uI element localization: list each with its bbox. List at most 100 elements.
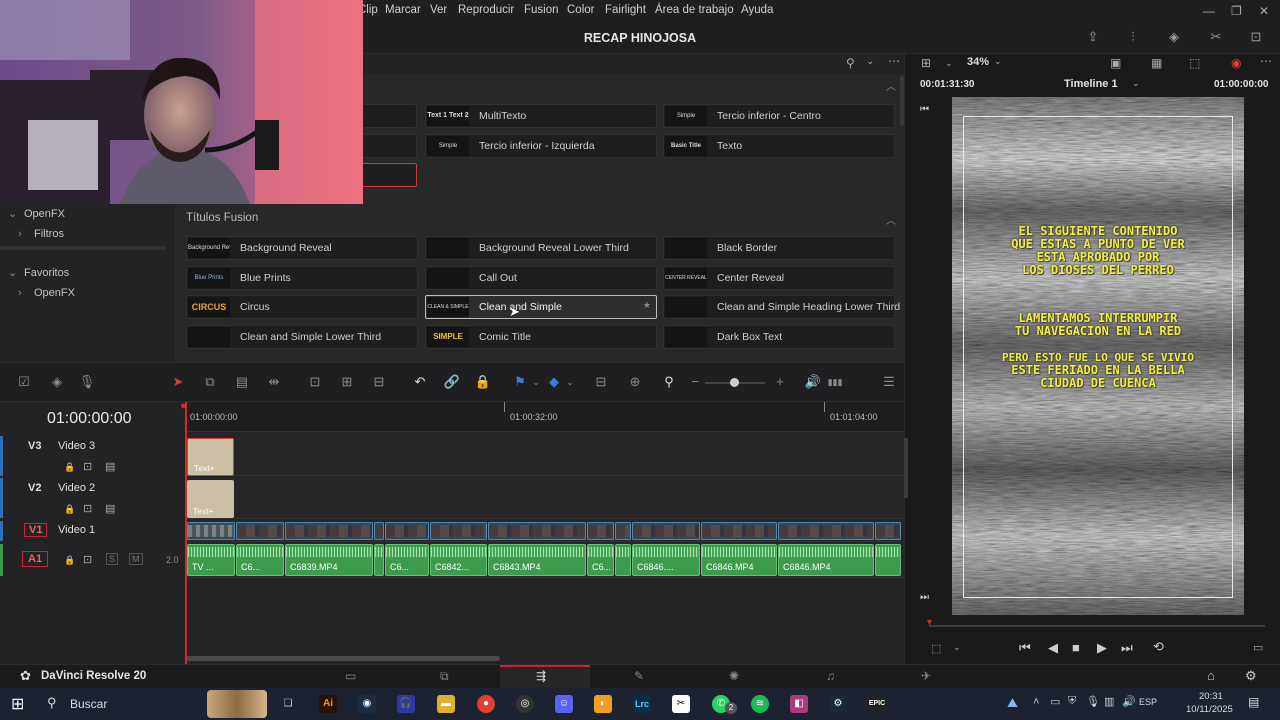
zoom-in-icon[interactable]: + [771,374,789,390]
home-icon[interactable]: ⌂ [1207,668,1215,683]
video-clip[interactable] [374,522,384,540]
volume-icon[interactable]: 🔊 [804,374,822,390]
video-clip[interactable] [632,522,700,540]
search-icon[interactable]: ⚲ [47,695,57,711]
audio-clip[interactable]: C6846.MP4 [778,544,874,576]
steam-icon[interactable]: ⚙ [829,695,847,713]
minimize-icon[interactable]: — [1203,4,1215,18]
transform-icon[interactable]: ⬚ [1189,56,1200,70]
fusion-tile[interactable]: Clean and Simple Lower Third [186,325,418,349]
resolve-taskbar-icon[interactable]: ◉ [358,695,376,713]
favorite-star-icon[interactable]: ★ [643,300,651,311]
title-tile-partial[interactable] [362,134,417,158]
app-icon[interactable]: ◐ [594,695,612,713]
solo-button[interactable]: S [106,553,119,565]
tray-app-icon[interactable]: ⛰ [1007,695,1018,711]
cut-page-icon[interactable]: ⧉ [440,669,449,684]
sidebar-item-openfx[interactable]: ⌄ OpenFX [8,207,65,220]
deliver-page-icon[interactable]: ✈ [921,669,931,683]
dynamic-trim-icon[interactable]: ▤ [233,374,251,390]
video-clip[interactable] [701,522,777,540]
collapse-section-icon[interactable]: ︿ [886,212,896,227]
track-id-v2[interactable]: V2 [28,482,41,494]
timeline-vertical-scroll[interactable] [904,438,908,498]
zoom-slider-handle[interactable] [730,378,739,387]
media-page-icon[interactable]: ▭ [345,669,356,683]
lock-icon[interactable]: 🔒 [64,504,75,515]
lightroom-icon[interactable]: Lrc [633,695,651,713]
menu-ver[interactable]: Ver [430,4,447,16]
lock-icon[interactable]: 🔒 [64,462,75,473]
video-clip[interactable] [430,522,487,540]
more-options-icon[interactable]: ⋯ [888,54,900,68]
video-clip[interactable] [587,522,614,540]
audio-clip[interactable]: C6843.MP4 [488,544,586,576]
video-clip[interactable] [236,522,284,540]
taskbar-search[interactable]: Buscar [70,697,107,711]
title-tile-partial[interactable] [362,104,417,128]
scrubber-playhead-icon[interactable]: ▼ [925,617,934,627]
timeline-scrollbar[interactable] [186,656,500,661]
collapse-section-icon[interactable]: ︿ [886,78,896,93]
text-plus-clip-v2[interactable]: Text+ [187,480,234,518]
scrubber-bar[interactable] [929,625,1265,627]
chevron-up-icon[interactable]: ˄ [1033,696,1039,708]
clock-time[interactable]: 20:31 [1199,691,1223,702]
volume-icon[interactable]: 🔊 [1122,695,1136,708]
title-tile-texto[interactable]: Basic Title Texto [663,134,895,158]
timeline-ruler[interactable]: 01:00:00:00 01:00:32:00 01:01:04:00 [186,402,904,432]
snapping-icon[interactable]: ↶ [411,374,429,390]
playhead-handle-icon[interactable]: ● [180,400,187,412]
chrome-icon[interactable]: ● [477,695,495,713]
illustrator-icon[interactable]: Ai [319,695,337,713]
title-tile-partial-selected[interactable] [362,163,417,187]
fusion-tile[interactable]: Call Out [425,266,657,290]
video-clip[interactable] [187,522,235,540]
fusion-tile[interactable]: SIMPLE Comic Title [425,325,657,349]
timeline-options-icon[interactable]: ☰ [880,374,898,390]
upload-icon[interactable]: ⇪ [1085,30,1101,44]
diamond-icon[interactable]: ◈ [48,374,66,390]
video-clip[interactable] [615,522,631,540]
chevron-down-icon[interactable]: ⌄ [953,642,961,653]
film-icon[interactable]: ▤ [105,460,115,473]
inspector-icon[interactable]: ✂ [1208,30,1224,44]
color-page-icon[interactable]: ✺ [729,669,739,683]
film-icon[interactable]: ▤ [105,502,115,515]
fusion-tile[interactable]: Background Reveal Lower Third [425,236,657,260]
selection-tool-icon[interactable]: ➤ [169,374,187,390]
headphones-app-icon[interactable]: 🎧 [397,695,415,713]
layout-icon[interactable]: ☑ [15,374,33,390]
play-reverse-icon[interactable]: ◀ [1048,640,1058,656]
auto-select-icon[interactable]: ⊡ [83,460,92,473]
fullscreen-icon[interactable]: ▭ [1253,641,1263,654]
epic-games-icon[interactable]: EPIC [868,695,886,713]
sidebar-item-fav-openfx[interactable]: › OpenFX [18,287,75,299]
video-clip[interactable] [385,522,429,540]
track-id-v3[interactable]: V3 [28,440,41,452]
settings-gear-icon[interactable]: ⚙ [1245,668,1257,684]
audio-clip[interactable]: C6... [385,544,429,576]
edit-page-icon[interactable]: ⇶ [536,669,546,683]
video-clip[interactable] [285,522,373,540]
safe-area-icon[interactable]: ▦ [1151,56,1162,70]
sidebar-item-favoritos[interactable]: ⌄ Favoritos [8,266,69,279]
search-icon[interactable]: ⚲ [846,56,855,70]
menu-ayuda[interactable]: Ayuda [741,4,773,16]
title-tile-tercio-inferior-izquierda[interactable]: Simple Tercio inferior - Izquierda [425,134,657,158]
audio-clip[interactable]: C6... [587,544,614,576]
stop-icon[interactable]: ■ [1072,640,1080,655]
audio-clip[interactable] [615,544,631,576]
video-clip[interactable] [875,522,901,540]
zoom-detail-icon[interactable]: ⊕ [626,374,644,390]
chevron-down-icon[interactable]: ⌄ [527,374,545,390]
loop-icon[interactable]: ⟲ [1153,639,1164,655]
maximize-icon[interactable]: ❐ [1231,4,1242,18]
discord-icon[interactable]: ☺ [555,695,573,713]
track-id-a1[interactable]: A1 [22,551,49,567]
video-clip[interactable] [778,522,874,540]
prev-marker-icon[interactable]: ⏮ [920,104,929,115]
track-lane-v2[interactable] [186,477,904,519]
chevron-down-icon[interactable]: ⌄ [1132,78,1140,89]
menu-area-de-trabajo[interactable]: Área de trabajo [655,4,734,16]
